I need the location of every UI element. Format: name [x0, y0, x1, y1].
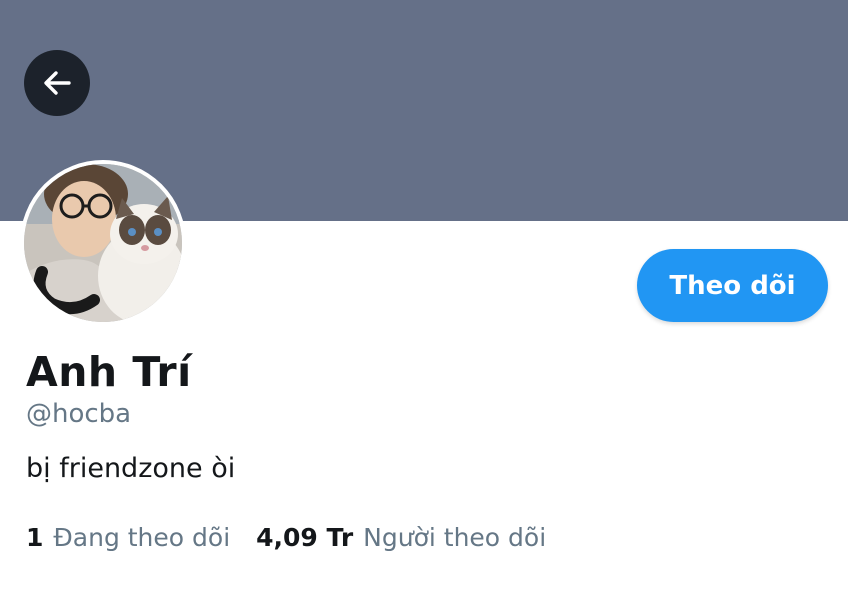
following-count: 1	[26, 523, 44, 552]
profile-avatar-photo	[24, 164, 182, 322]
following-label: Đang theo dõi	[53, 523, 231, 552]
user-handle: @hocba	[26, 399, 132, 429]
followers-count: 4,09 Tr	[256, 523, 354, 552]
profile-stats: 1 Đang theo dõi 4,09 Tr Người theo dõi	[26, 520, 546, 556]
profile-bio: bị friendzone òi	[26, 453, 236, 484]
back-button[interactable]	[24, 50, 90, 116]
display-name: Anh Trí	[26, 348, 192, 396]
followers-stat[interactable]: 4,09 Tr Người theo dõi	[256, 520, 546, 556]
arrow-left-icon	[44, 71, 71, 95]
following-stat[interactable]: 1 Đang theo dõi	[26, 520, 230, 556]
follow-button[interactable]: Theo dõi	[637, 249, 828, 322]
followers-label: Người theo dõi	[363, 523, 547, 552]
profile-avatar[interactable]	[20, 160, 186, 326]
